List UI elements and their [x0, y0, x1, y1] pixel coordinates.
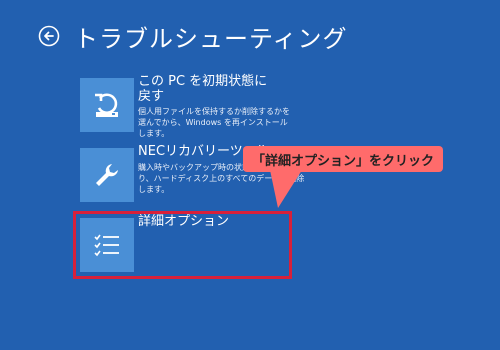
option-description: 個人用ファイルを保持するか削除するかを 選んでから、Windows を再インスト…	[138, 107, 290, 138]
highlight-box	[73, 211, 292, 279]
option-reset-pc[interactable]: この PC を初期状態に 戻す 個人用ファイルを保持するか削除するかを 選んでか…	[80, 74, 440, 138]
back-arrow-icon[interactable]	[38, 25, 60, 47]
header: トラブルシューティング	[38, 18, 348, 54]
page-title: トラブルシューティング	[74, 24, 348, 53]
option-title: この PC を初期状態に 戻す	[138, 74, 268, 104]
callout-tail	[270, 170, 302, 208]
reset-pc-icon	[80, 78, 134, 132]
callout-text: 「詳細オプション」をクリック	[251, 153, 434, 169]
callout: 「詳細オプション」をクリック	[243, 146, 443, 172]
wrench-icon	[80, 148, 134, 202]
